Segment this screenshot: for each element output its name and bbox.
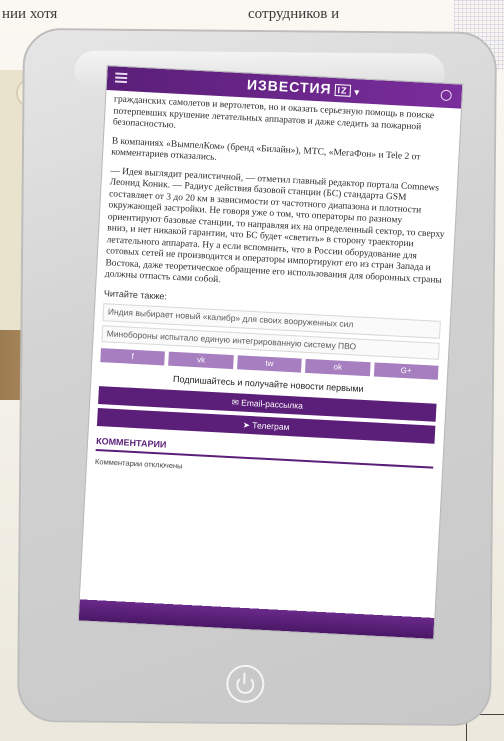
chevron-down-icon: ▾ xyxy=(354,87,361,98)
article-paragraph: — Идея выглядит реалистичной, — отметил … xyxy=(104,165,445,286)
background-text-left: нии хотя xyxy=(2,6,58,22)
telegram-subscribe-label: Телеграм xyxy=(252,419,290,432)
twitter-share-button[interactable]: tw xyxy=(236,355,302,373)
tablet-screen: ИЗВЕСТИЯ IZ ▾ гражданских самолетов и верт… xyxy=(78,66,463,639)
search-icon[interactable] xyxy=(440,89,452,102)
email-subscribe-label: Email-рассылка xyxy=(240,397,304,411)
power-button-icon[interactable] xyxy=(226,664,265,704)
background-text-right: сотрудников и xyxy=(248,6,340,22)
brand-badge: IZ xyxy=(334,84,351,98)
article-body: гражданских самолетов и вертолетов, но и… xyxy=(95,94,452,485)
brand-name: ИЗВЕСТИЯ xyxy=(246,76,333,97)
vk-share-button[interactable]: vk xyxy=(168,351,234,370)
ok-share-button[interactable]: ok xyxy=(305,358,371,377)
gplus-share-button[interactable]: G+ xyxy=(373,362,439,380)
facebook-share-button[interactable]: f xyxy=(100,348,166,366)
site-logo[interactable]: ИЗВЕСТИЯ IZ ▾ xyxy=(247,76,361,98)
hamburger-menu-icon[interactable] xyxy=(114,72,128,84)
